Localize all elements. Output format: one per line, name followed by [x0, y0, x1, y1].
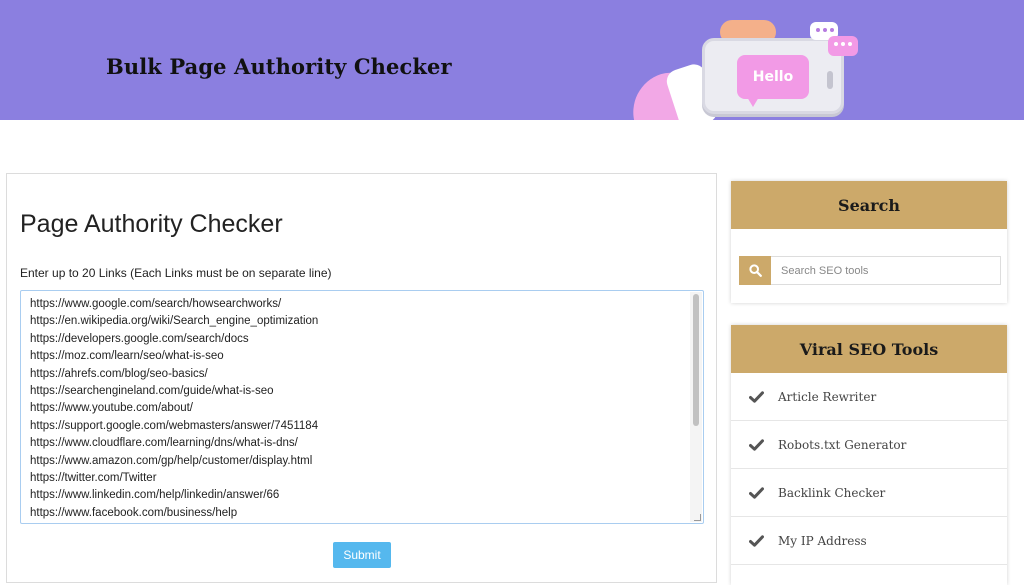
tools-widget: Viral SEO Tools Article Rewriter Robots.… — [731, 325, 1007, 585]
hero-illustration: Hello — [622, 14, 868, 120]
links-list: https://www.google.com/search/howsearchw… — [30, 296, 318, 522]
tool-item-robots-txt-generator[interactable]: Robots.txt Generator — [731, 421, 1007, 469]
search-bar — [739, 256, 1001, 285]
link-line: https://www.amazon.com/gp/help/customer/… — [30, 454, 313, 467]
phone-camera — [827, 71, 833, 89]
link-line: https://www.linkedin.com/help/linkedin/a… — [30, 489, 280, 502]
page-title: Page Authority Checker — [20, 210, 283, 238]
link-line: https://twitter.com/Twitter — [30, 472, 157, 485]
search-input[interactable] — [771, 256, 1001, 285]
tool-item-article-rewriter[interactable]: Article Rewriter — [731, 373, 1007, 421]
check-icon — [749, 438, 764, 451]
phone-graphic: Hello — [702, 38, 844, 114]
search-widget-title: Search — [731, 181, 1007, 229]
scrollbar-thumb[interactable] — [693, 294, 699, 426]
link-line: https://developers.google.com/search/doc… — [30, 332, 249, 345]
submit-button[interactable]: Submit — [333, 542, 391, 568]
link-line: https://support.google.com/webmasters/an… — [30, 419, 319, 432]
link-line: https://www.facebook.com/business/help — [30, 506, 238, 519]
tool-item-label: My IP Address — [778, 533, 867, 548]
search-icon — [748, 264, 762, 277]
site-header: Bulk Page Authority Checker Hello — [0, 0, 1024, 120]
tool-item-label: Article Rewriter — [778, 389, 877, 404]
check-icon — [749, 486, 764, 499]
textarea-scrollbar[interactable] — [690, 292, 702, 522]
check-icon — [749, 534, 764, 547]
chat-bubble-icon — [828, 36, 858, 56]
hello-bubble: Hello — [737, 55, 809, 107]
site-title[interactable]: Bulk Page Authority Checker — [106, 54, 452, 79]
link-line: https://www.cloudflare.com/learning/dns/… — [30, 437, 298, 450]
tool-item-label: Robots.txt Generator — [778, 437, 907, 452]
search-widget: Search — [731, 181, 1007, 303]
resize-handle-icon[interactable] — [694, 514, 701, 521]
link-line: https://ahrefs.com/blog/seo-basics/ — [30, 367, 208, 380]
link-line: https://en.wikipedia.org/wiki/Search_eng… — [30, 315, 319, 328]
search-button[interactable] — [739, 256, 771, 285]
tool-item-backlink-checker[interactable]: Backlink Checker — [731, 469, 1007, 517]
tool-item-my-ip-address[interactable]: My IP Address — [731, 517, 1007, 565]
link-line: https://www.google.com/search/howsearchw… — [30, 298, 282, 310]
link-line: https://moz.com/learn/seo/what-is-seo — [30, 350, 224, 363]
tool-item-label: Backlink Checker — [778, 485, 886, 500]
link-line: https://www.youtube.com/about/ — [30, 402, 194, 415]
tools-widget-title: Viral SEO Tools — [731, 325, 1007, 373]
check-icon — [749, 390, 764, 403]
instructions-label: Enter up to 20 Links (Each Links must be… — [20, 266, 332, 280]
link-line: https://searchengineland.com/guide/what-… — [30, 385, 274, 398]
checker-panel: Page Authority Checker Enter up to 20 Li… — [6, 173, 717, 583]
links-textarea[interactable]: https://www.google.com/search/howsearchw… — [20, 290, 704, 524]
